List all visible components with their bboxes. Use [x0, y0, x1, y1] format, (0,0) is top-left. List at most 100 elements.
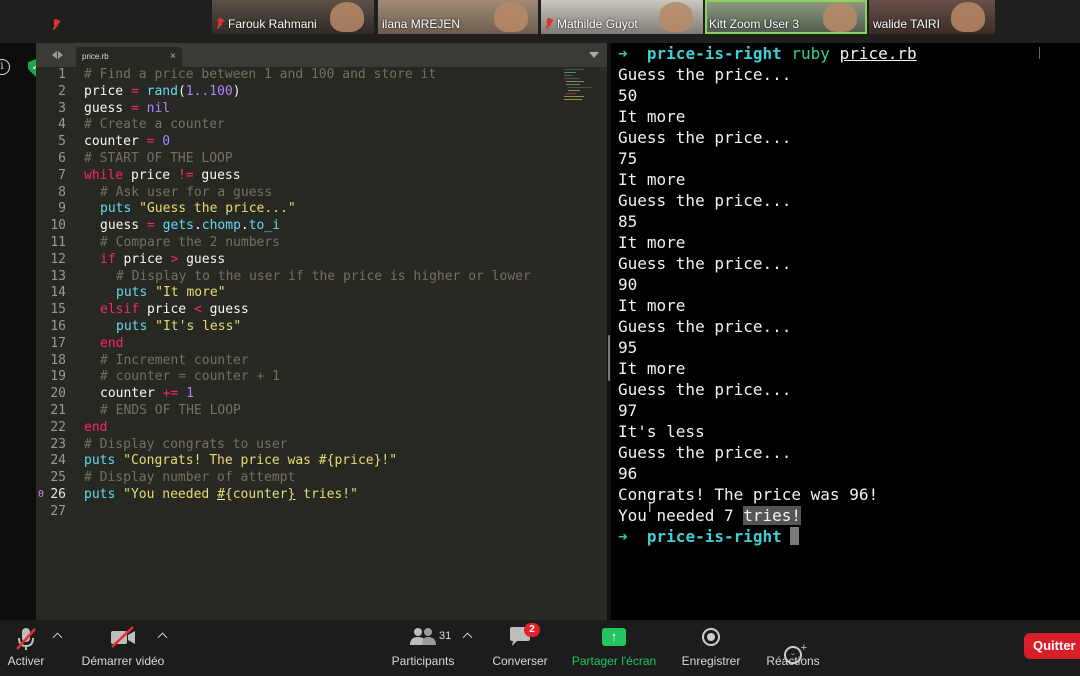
participant-tile[interactable]: Farouk Rahmani [212, 0, 374, 34]
code-line: elsif price < guess [100, 302, 249, 318]
prompt-arrow-icon: ➜ [618, 44, 628, 63]
terminal-divider [1039, 47, 1040, 59]
terminal-line: Congrats! The price was 96! [618, 485, 879, 504]
terminal-line: Guess the price... [618, 128, 792, 147]
code-line: puts "It's less" [116, 319, 242, 334]
code-line: # ENDS OF THE LOOP [100, 403, 241, 418]
line-number: 3 [58, 100, 66, 116]
line-number-gutter: 1 2 3 4 5 6 7 8 9 10 11 12 13 14 15 16 17 18 19 20 21 22 23 24 2… [36, 67, 76, 620]
terminal-cursor [789, 527, 799, 545]
line-number: 14 [50, 285, 66, 301]
code-line: puts "It more" [116, 285, 226, 301]
code-line: puts "Guess the price..." [100, 201, 296, 217]
terminal-line: 96 [618, 464, 638, 483]
terminal-line: 90 [618, 275, 638, 294]
terminal-line: It more [618, 170, 686, 189]
code-area[interactable]: # Find a price between 1 and 100 and sto… [84, 67, 564, 620]
code-line: counter = 0 [84, 134, 171, 150]
line-number: 25 [50, 470, 66, 486]
leave-meeting-button[interactable]: Quitter [1024, 633, 1080, 659]
participants-label: Participants [391, 654, 455, 668]
line-number: 27 [50, 503, 66, 519]
line-number: 4 [58, 117, 66, 133]
code-line: # counter = counter + 1 [100, 369, 281, 385]
code-line: if price > guess [100, 251, 226, 267]
terminal-line: It more [618, 107, 686, 126]
code-line: # Ask user for a guess [100, 184, 273, 200]
terminal-line: Guess the price... [618, 317, 792, 336]
code-line-current: puts "You needed #{counter} tries!" [84, 487, 358, 502]
participant-video [330, 2, 364, 32]
prompt-arrow-icon: ➜ [618, 527, 628, 546]
video-off-icon [111, 626, 135, 648]
participant-tile-self[interactable] [48, 0, 208, 34]
participant-video-strip: Farouk Rahmani ilana MREJEN Mathilde Guy… [0, 0, 1080, 43]
terminal-line: Guess the price... [618, 380, 792, 399]
line-number: 8 [58, 184, 66, 200]
participant-tile[interactable]: ilana MREJEN [378, 0, 538, 34]
line-number: 5 [58, 134, 66, 150]
participant-tile[interactable]: walide TAIRI [869, 0, 995, 34]
tab-title: price.rb [82, 52, 109, 61]
code-line: # Find a price between 1 and 100 and sto… [84, 67, 437, 82]
participants-icon [410, 628, 436, 645]
code-line: price = rand(1..100) [84, 83, 241, 99]
line-number: 21 [50, 403, 66, 418]
zoom-toolbar: Activer Démarrer vidéo 31 Participants 2… [0, 620, 1080, 676]
tab-scroll-left-icon[interactable] [52, 51, 57, 59]
code-line: end [84, 419, 108, 435]
tab-scroll-right-icon[interactable] [58, 51, 63, 59]
chat-label: Converser [492, 654, 548, 668]
terminal-line: You needed 7 tries! [618, 506, 802, 525]
chat-unread-badge: 2 [524, 623, 540, 637]
participant-video [951, 2, 985, 32]
code-line: # START OF THE LOOP [84, 151, 233, 166]
line-number: 10 [50, 218, 66, 234]
line-number: 13 [50, 268, 66, 284]
tab-menu-chevron-down-icon[interactable] [589, 52, 599, 58]
code-line: # Display number of attempt [84, 470, 296, 486]
participant-video [494, 2, 528, 32]
line-number: 7 [58, 167, 66, 183]
reactions-label: Réactions [766, 654, 820, 668]
terminal-line: It more [618, 233, 686, 252]
terminal-line: It more [618, 359, 686, 378]
participant-tile-active-speaker[interactable]: Kitt Zoom User 3 [705, 0, 867, 34]
line-number: 22 [50, 419, 66, 435]
terminal-line: 95 [618, 338, 638, 357]
code-editor[interactable]: price.rb × 1 2 3 4 5 6 7 8 9 10 11 12 13 14 15 16 17 18 19… [36, 43, 607, 620]
terminal[interactable]: ➜ price-is-right ruby price.rb Guess the… [611, 43, 1080, 620]
splitter-handle[interactable] [608, 335, 610, 381]
participant-video [823, 2, 857, 32]
terminal-line: Guess the price... [618, 443, 792, 462]
terminal-line: 85 [618, 212, 638, 231]
code-line: counter += 1 [100, 386, 194, 402]
code-line: # Create a counter [84, 117, 225, 133]
terminal-line: Guess the price... [618, 65, 792, 84]
code-line: # Increment counter [100, 352, 249, 368]
info-icon[interactable]: i [0, 59, 10, 75]
terminal-line: Guess the price... [618, 191, 792, 210]
share-screen-icon: ↑ [602, 628, 626, 646]
unmute-label: Activer [7, 654, 45, 668]
line-number: 2 [58, 83, 66, 99]
tab-price-rb[interactable]: price.rb × [76, 47, 182, 67]
terminal-line: It's less [618, 422, 705, 441]
line-number: 18 [50, 352, 66, 368]
close-icon[interactable]: × [170, 47, 176, 67]
minimap[interactable] [564, 67, 600, 107]
participant-tile[interactable]: Mathilde Guyot [541, 0, 703, 34]
text-cursor-ibeam-icon: I [648, 501, 652, 515]
participant-video [659, 2, 693, 32]
line-number: 20 [50, 386, 66, 402]
participant-name: Farouk Rahmani [228, 17, 317, 31]
record-icon [702, 628, 720, 646]
editor-scrollbar[interactable] [600, 67, 607, 620]
participant-name: Kitt Zoom User 3 [709, 17, 800, 31]
line-number: 16 [50, 319, 66, 334]
terminal-line: 50 [618, 86, 638, 105]
code-line: # Display to the user if the price is hi… [116, 268, 531, 284]
line-number: 24 [50, 453, 66, 469]
code-line: end [100, 335, 124, 351]
line-number: 17 [50, 335, 66, 351]
